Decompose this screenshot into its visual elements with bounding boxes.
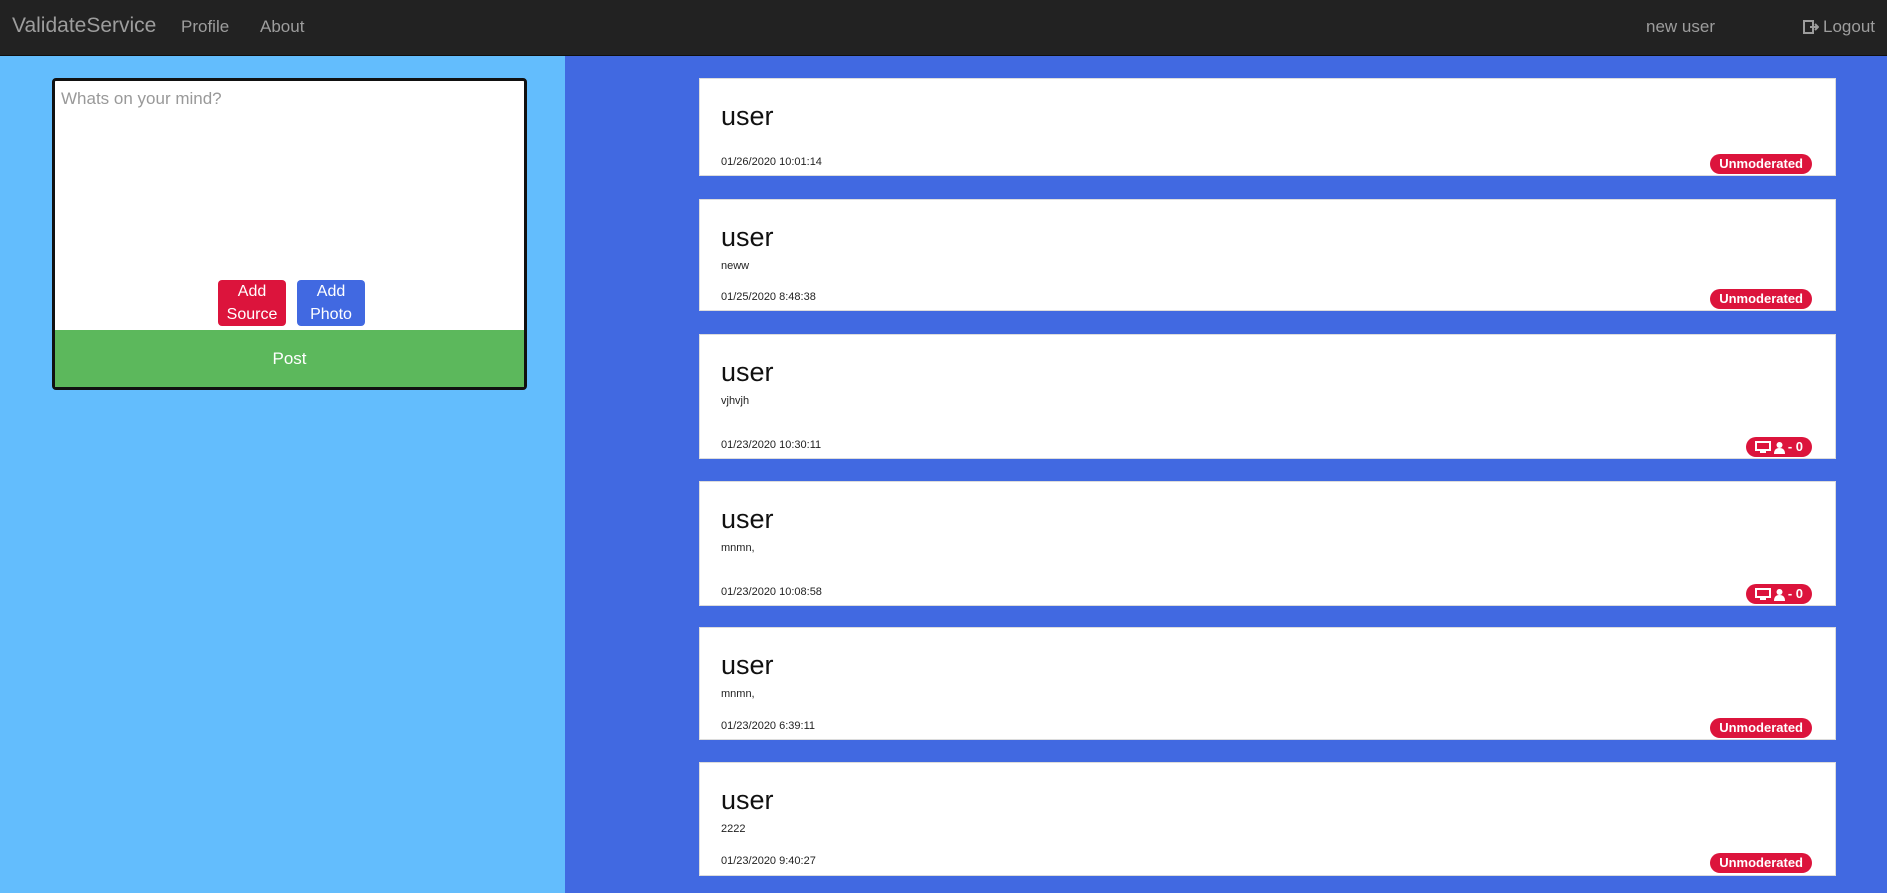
moderation-badge: Unmoderated: [1710, 718, 1812, 738]
post-author[interactable]: user: [721, 357, 774, 388]
post-card[interactable]: user 2222 01/23/2020 9:40:27 Unmoderated: [699, 762, 1836, 876]
post-card[interactable]: user mnmn, 01/23/2020 6:39:11 Unmoderate…: [699, 627, 1836, 740]
post-card[interactable]: user neww 01/25/2020 8:48:38 Unmoderated: [699, 199, 1836, 311]
badge-label: Unmoderated: [1719, 291, 1803, 306]
post-author[interactable]: user: [721, 785, 774, 816]
logout-icon: [1803, 20, 1819, 34]
post-timestamp: 01/25/2020 8:48:38: [721, 291, 816, 303]
monitor-icon: [1754, 440, 1771, 453]
logout-label: Logout: [1823, 17, 1875, 36]
user-icon: [1773, 441, 1785, 454]
post-timestamp: 01/23/2020 10:30:11: [721, 439, 822, 451]
add-source-label-line2: Source: [226, 306, 278, 323]
post-timestamp: 01/23/2020 6:39:11: [721, 720, 815, 732]
post-body: vjhvjh: [721, 395, 750, 407]
post-card[interactable]: user 01/26/2020 10:01:14 Unmoderated: [699, 78, 1836, 176]
moderation-badge: Unmoderated: [1710, 853, 1812, 873]
badge-label: Unmoderated: [1719, 156, 1803, 171]
nav-user-link[interactable]: new user: [1646, 17, 1715, 37]
vote-count: - 0: [1787, 439, 1803, 454]
nav-link-about[interactable]: About: [260, 17, 304, 37]
post-card[interactable]: user mnmn, 01/23/2020 10:08:58 - 0: [699, 481, 1836, 606]
post-timestamp: 01/23/2020 9:40:27: [721, 855, 816, 867]
post-timestamp: 01/23/2020 10:08:58: [721, 586, 822, 598]
post-author[interactable]: user: [721, 650, 774, 681]
vote-badge: - 0: [1745, 437, 1812, 457]
post-timestamp: 01/26/2020 10:01:14: [721, 156, 822, 168]
post-button[interactable]: Post: [55, 330, 524, 387]
nav-link-profile[interactable]: Profile: [181, 17, 229, 37]
post-body: mnmn,: [721, 542, 755, 554]
vote-badge: - 0: [1745, 584, 1812, 604]
navbar: ValidateService Profile About new user L…: [0, 0, 1887, 56]
post-composer: Add Source Add Photo Post: [52, 78, 527, 390]
post-body: 2222: [721, 823, 746, 835]
add-photo-label-line2: Photo: [310, 306, 352, 323]
add-source-button[interactable]: Add Source: [218, 280, 286, 326]
add-source-label-line1: Add: [237, 283, 267, 300]
user-icon: [1773, 588, 1785, 601]
vote-count: - 0: [1787, 586, 1803, 601]
add-photo-label-line1: Add: [316, 283, 346, 300]
post-input[interactable]: [55, 81, 524, 281]
post-author[interactable]: user: [721, 101, 774, 132]
brand-link[interactable]: ValidateService: [12, 14, 156, 38]
moderation-badge: Unmoderated: [1710, 154, 1812, 174]
post-body: mnmn,: [721, 688, 755, 700]
badge-label: Unmoderated: [1719, 720, 1803, 735]
post-author[interactable]: user: [721, 222, 774, 253]
post-author[interactable]: user: [721, 504, 774, 535]
badge-label: Unmoderated: [1719, 855, 1803, 870]
monitor-icon: [1754, 587, 1771, 600]
post-body: neww: [721, 260, 750, 272]
moderation-badge: Unmoderated: [1710, 289, 1812, 309]
logout-link[interactable]: Logout: [1803, 17, 1875, 37]
add-photo-button[interactable]: Add Photo: [297, 280, 365, 326]
post-card[interactable]: user vjhvjh 01/23/2020 10:30:11 - 0: [699, 334, 1836, 459]
